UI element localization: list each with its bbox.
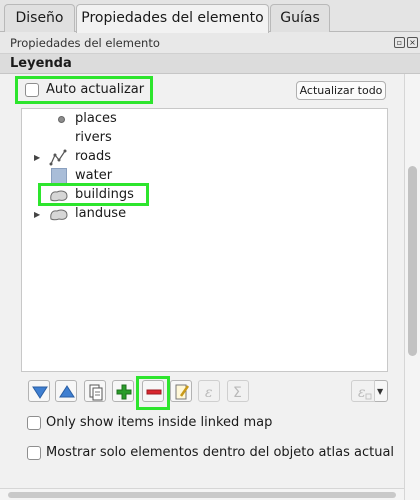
expression-button[interactable]: ε [198,380,220,402]
only-linked-map-label: Only show items inside linked map [46,415,273,430]
add-item-icon [116,384,132,400]
horizontal-scrollbar[interactable] [0,488,404,500]
sum-icon: Σ [233,385,242,401]
panel-title-bar: Propiedades del elemento ▫ × [0,32,420,54]
tab-bar: Diseño Propiedades del elemento Guías [0,0,420,33]
add-group-icon [89,384,103,401]
expand-arrow-icon[interactable]: ▶ [34,210,40,219]
vertical-scrollbar[interactable] [404,74,420,500]
tab-guias[interactable]: Guías [270,4,330,32]
add-group-button[interactable] [84,380,106,402]
point-icon [58,116,65,123]
move-up-button[interactable] [55,380,77,402]
sum-button[interactable]: Σ [227,380,249,402]
tab-propiedades-elemento[interactable]: Propiedades del elemento [76,4,269,33]
chevron-down-icon: ▼ [377,387,384,396]
expand-arrow-icon[interactable]: ▶ [34,153,40,162]
tree-item-roads[interactable]: ▶ roads [22,148,387,167]
float-panel-icon[interactable]: ▫ [394,37,405,48]
tree-item-label: water [75,168,113,183]
tree-item-label: landuse [75,206,127,221]
tree-item-label: roads [75,149,112,164]
tree-item-rivers[interactable]: rivers [22,129,387,148]
expression-filter-dropdown[interactable]: ▼ [375,380,388,402]
auto-update-label: Auto actualizar [46,82,145,97]
expression-filter-icon: ε [358,385,372,401]
tab-diseno[interactable]: Diseño [4,4,75,32]
svg-text:Σ: Σ [233,385,242,401]
move-down-icon [32,386,48,399]
only-linked-map-checkbox[interactable] [27,416,41,430]
polygon-outline-icon [50,209,68,221]
remove-item-button[interactable] [142,380,164,402]
only-atlas-checkbox[interactable] [27,446,41,460]
tree-item-landuse[interactable]: ▶ landuse [22,205,387,224]
move-down-button[interactable] [28,380,50,402]
legend-section-header[interactable]: Leyenda [0,54,420,74]
auto-update-checkbox[interactable] [25,83,39,97]
svg-text:ε: ε [205,385,213,401]
tree-item-places[interactable]: places [22,110,387,129]
close-panel-icon[interactable]: × [407,37,418,48]
vertical-scroll-thumb[interactable] [408,166,417,356]
expression-icon: ε [205,385,213,401]
add-item-button[interactable] [112,380,134,402]
remove-item-icon [146,389,162,395]
svg-text:ε: ε [358,385,366,401]
line-icon [49,149,67,166]
polygon-fill-icon [51,168,67,184]
tree-item-label: rivers [75,130,112,145]
tree-item-label: places [75,111,117,126]
expression-filter-button[interactable]: ε [351,380,375,402]
edit-item-icon [175,384,190,400]
edit-item-button[interactable] [170,380,192,402]
only-atlas-label: Mostrar solo elementos dentro del objeto… [46,445,395,460]
horizontal-scroll-thumb[interactable] [8,492,396,498]
highlight-buildings [38,183,149,206]
move-up-icon [59,385,75,398]
legend-tree[interactable]: places rivers ▶ roads water buildings ▶ … [21,108,388,372]
section-title: Leyenda [10,56,72,71]
refresh-all-button[interactable]: Actualizar todo [296,81,386,100]
panel-title: Propiedades del elemento [10,36,160,50]
